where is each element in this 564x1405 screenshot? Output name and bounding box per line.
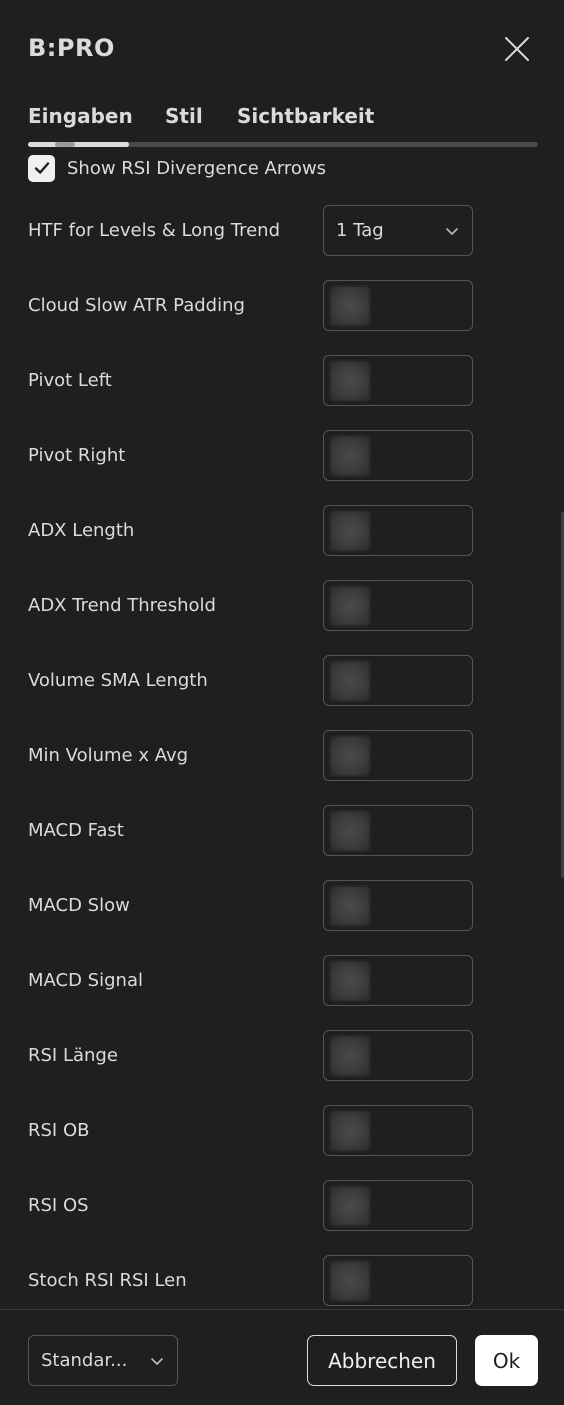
redacted-value — [330, 286, 370, 326]
setting-row-pivot-right: Pivot Right — [28, 430, 478, 482]
chevron-down-icon — [149, 1353, 165, 1369]
redacted-value — [330, 736, 370, 776]
setting-label: Pivot Right — [28, 445, 126, 466]
tab-underline-highlight — [55, 142, 75, 147]
chevron-down-icon — [444, 223, 460, 239]
tab-eingaben[interactable]: Eingaben — [28, 104, 133, 128]
setting-row-htf: HTF for Levels & Long Trend 1 Tag — [28, 205, 478, 257]
close-icon — [505, 37, 529, 61]
htf-select-value: 1 Tag — [336, 220, 384, 241]
redacted-value — [330, 961, 370, 1001]
setting-label: RSI OS — [28, 1195, 89, 1216]
setting-row-adx-threshold: ADX Trend Threshold — [28, 580, 478, 632]
preset-select[interactable]: Standar... — [28, 1335, 178, 1386]
macd-fast-input[interactable] — [323, 805, 473, 856]
setting-label: ADX Length — [28, 520, 135, 541]
setting-row-stoch-rsi-len: Stoch RSI RSI Len — [28, 1255, 478, 1307]
setting-label: Cloud Slow ATR Padding — [28, 295, 245, 316]
redacted-value — [330, 1111, 370, 1151]
adx-length-input[interactable] — [323, 505, 473, 556]
tab-sichtbarkeit[interactable]: Sichtbarkeit — [237, 104, 374, 128]
checkmark-icon — [34, 162, 49, 174]
dialog-title: B:PRO — [28, 34, 115, 62]
setting-row-volume-sma: Volume SMA Length — [28, 655, 478, 707]
setting-row-macd-signal: MACD Signal — [28, 955, 478, 1007]
redacted-value — [330, 436, 370, 476]
tab-stil[interactable]: Stil — [165, 104, 203, 128]
setting-label: Min Volume x Avg — [28, 745, 189, 766]
setting-label: HTF for Levels & Long Trend — [28, 220, 280, 241]
indicator-settings-dialog: B:PRO Eingaben Stil Sichtbarkeit Show RS… — [0, 0, 564, 1405]
adx-threshold-input[interactable] — [323, 580, 473, 631]
redacted-value — [330, 361, 370, 401]
redacted-value — [330, 886, 370, 926]
setting-row-cloud-slow-atr: Cloud Slow ATR Padding — [28, 280, 478, 332]
redacted-value — [330, 661, 370, 701]
setting-row-macd-fast: MACD Fast — [28, 805, 478, 857]
preset-select-value: Standar... — [41, 1350, 128, 1371]
setting-label: RSI Länge — [28, 1045, 118, 1066]
footer-divider — [0, 1309, 564, 1310]
volume-sma-input[interactable] — [323, 655, 473, 706]
redacted-value — [330, 1261, 370, 1301]
tab-underline-active — [28, 142, 129, 147]
pivot-left-input[interactable] — [323, 355, 473, 406]
redacted-value — [330, 586, 370, 626]
stoch-rsi-len-input[interactable] — [323, 1255, 473, 1306]
setting-row-rsi-length: RSI Länge — [28, 1030, 478, 1082]
setting-label: Volume SMA Length — [28, 670, 208, 691]
setting-label: RSI OB — [28, 1120, 90, 1141]
ok-button[interactable]: Ok — [475, 1335, 538, 1386]
setting-row-rsi-os: RSI OS — [28, 1180, 478, 1232]
redacted-value — [330, 1036, 370, 1076]
setting-label: MACD Signal — [28, 970, 143, 991]
rsi-length-input[interactable] — [323, 1030, 473, 1081]
cloud-slow-atr-input[interactable] — [323, 280, 473, 331]
setting-label: MACD Fast — [28, 820, 124, 841]
setting-label: ADX Trend Threshold — [28, 595, 216, 616]
min-volume-input[interactable] — [323, 730, 473, 781]
pivot-right-input[interactable] — [323, 430, 473, 481]
macd-slow-input[interactable] — [323, 880, 473, 931]
setting-label: Stoch RSI RSI Len — [28, 1270, 187, 1291]
checkbox-row-rsi-divergence[interactable]: Show RSI Divergence Arrows — [28, 154, 326, 182]
macd-signal-input[interactable] — [323, 955, 473, 1006]
htf-select[interactable]: 1 Tag — [323, 205, 473, 256]
setting-row-pivot-left: Pivot Left — [28, 355, 478, 407]
redacted-value — [330, 811, 370, 851]
setting-row-macd-slow: MACD Slow — [28, 880, 478, 932]
rsi-os-input[interactable] — [323, 1180, 473, 1231]
redacted-value — [330, 1186, 370, 1226]
setting-label: Pivot Left — [28, 370, 112, 391]
setting-row-adx-length: ADX Length — [28, 505, 478, 557]
redacted-value — [330, 511, 370, 551]
setting-row-min-volume: Min Volume x Avg — [28, 730, 478, 782]
rsi-divergence-checkbox[interactable] — [28, 154, 55, 182]
setting-row-rsi-ob: RSI OB — [28, 1105, 478, 1157]
close-button[interactable] — [501, 33, 533, 65]
setting-label: MACD Slow — [28, 895, 130, 916]
checkbox-label: Show RSI Divergence Arrows — [67, 157, 327, 179]
rsi-ob-input[interactable] — [323, 1105, 473, 1156]
cancel-button[interactable]: Abbrechen — [307, 1335, 457, 1386]
